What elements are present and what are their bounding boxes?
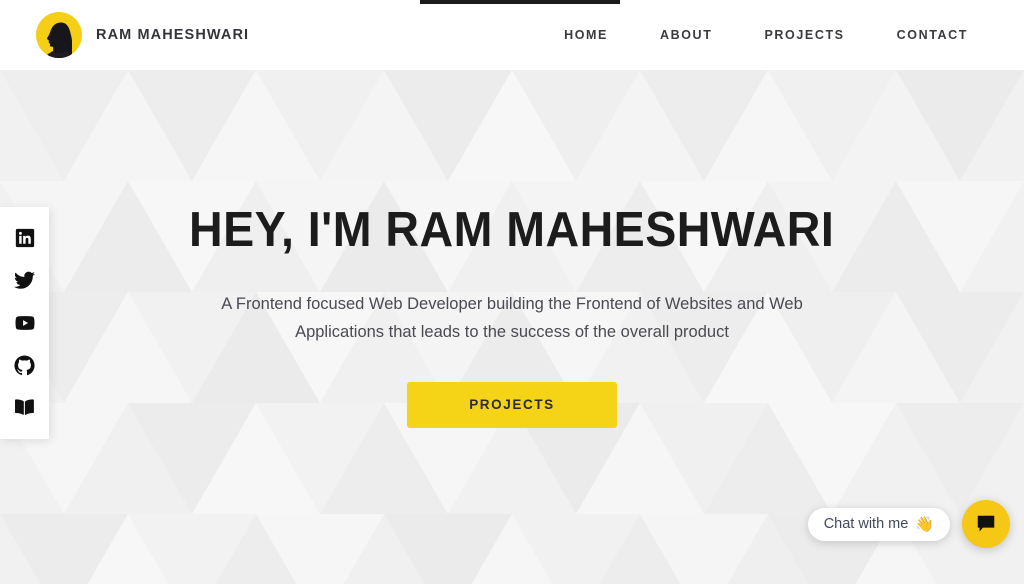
chat-bubble-icon — [977, 515, 995, 532]
avatar-profile-icon — [46, 22, 72, 58]
nav-link-contact[interactable]: CONTACT — [897, 28, 968, 42]
brand-logo[interactable]: RAM MAHESHWARI — [36, 12, 249, 58]
github-icon[interactable] — [12, 352, 38, 378]
book-icon[interactable] — [12, 395, 38, 421]
linkedin-icon[interactable] — [12, 225, 38, 251]
page-root: RAM MAHESHWARI HOME ABOUT PROJECTS CONTA… — [0, 0, 1024, 584]
site-header: RAM MAHESHWARI HOME ABOUT PROJECTS CONTA… — [0, 0, 1024, 70]
chat-open-button[interactable] — [962, 500, 1010, 548]
top-progress-bar — [420, 0, 620, 4]
waving-hand-icon: 👋 — [915, 515, 934, 533]
chat-prompt-label: Chat with me — [823, 516, 909, 532]
chat-prompt-pill[interactable]: Chat with me 👋 — [807, 507, 950, 541]
brand-name: RAM MAHESHWARI — [96, 27, 250, 43]
page-title: HEY, I'M RAM MAHESHWARI — [189, 203, 835, 257]
youtube-icon[interactable] — [12, 310, 38, 336]
main-navigation: HOME ABOUT PROJECTS CONTACT — [564, 28, 968, 42]
chat-widget: Chat with me 👋 — [807, 500, 1010, 548]
hero-subtitle: A Frontend focused Web Developer buildin… — [221, 295, 803, 342]
nav-link-home[interactable]: HOME — [564, 28, 608, 42]
social-sidebar — [0, 207, 49, 439]
twitter-icon[interactable] — [12, 268, 38, 294]
projects-button[interactable]: PROJECTS — [407, 381, 617, 428]
nav-link-projects[interactable]: PROJECTS — [764, 28, 844, 42]
avatar — [36, 12, 82, 58]
nav-link-about[interactable]: ABOUT — [660, 28, 712, 42]
